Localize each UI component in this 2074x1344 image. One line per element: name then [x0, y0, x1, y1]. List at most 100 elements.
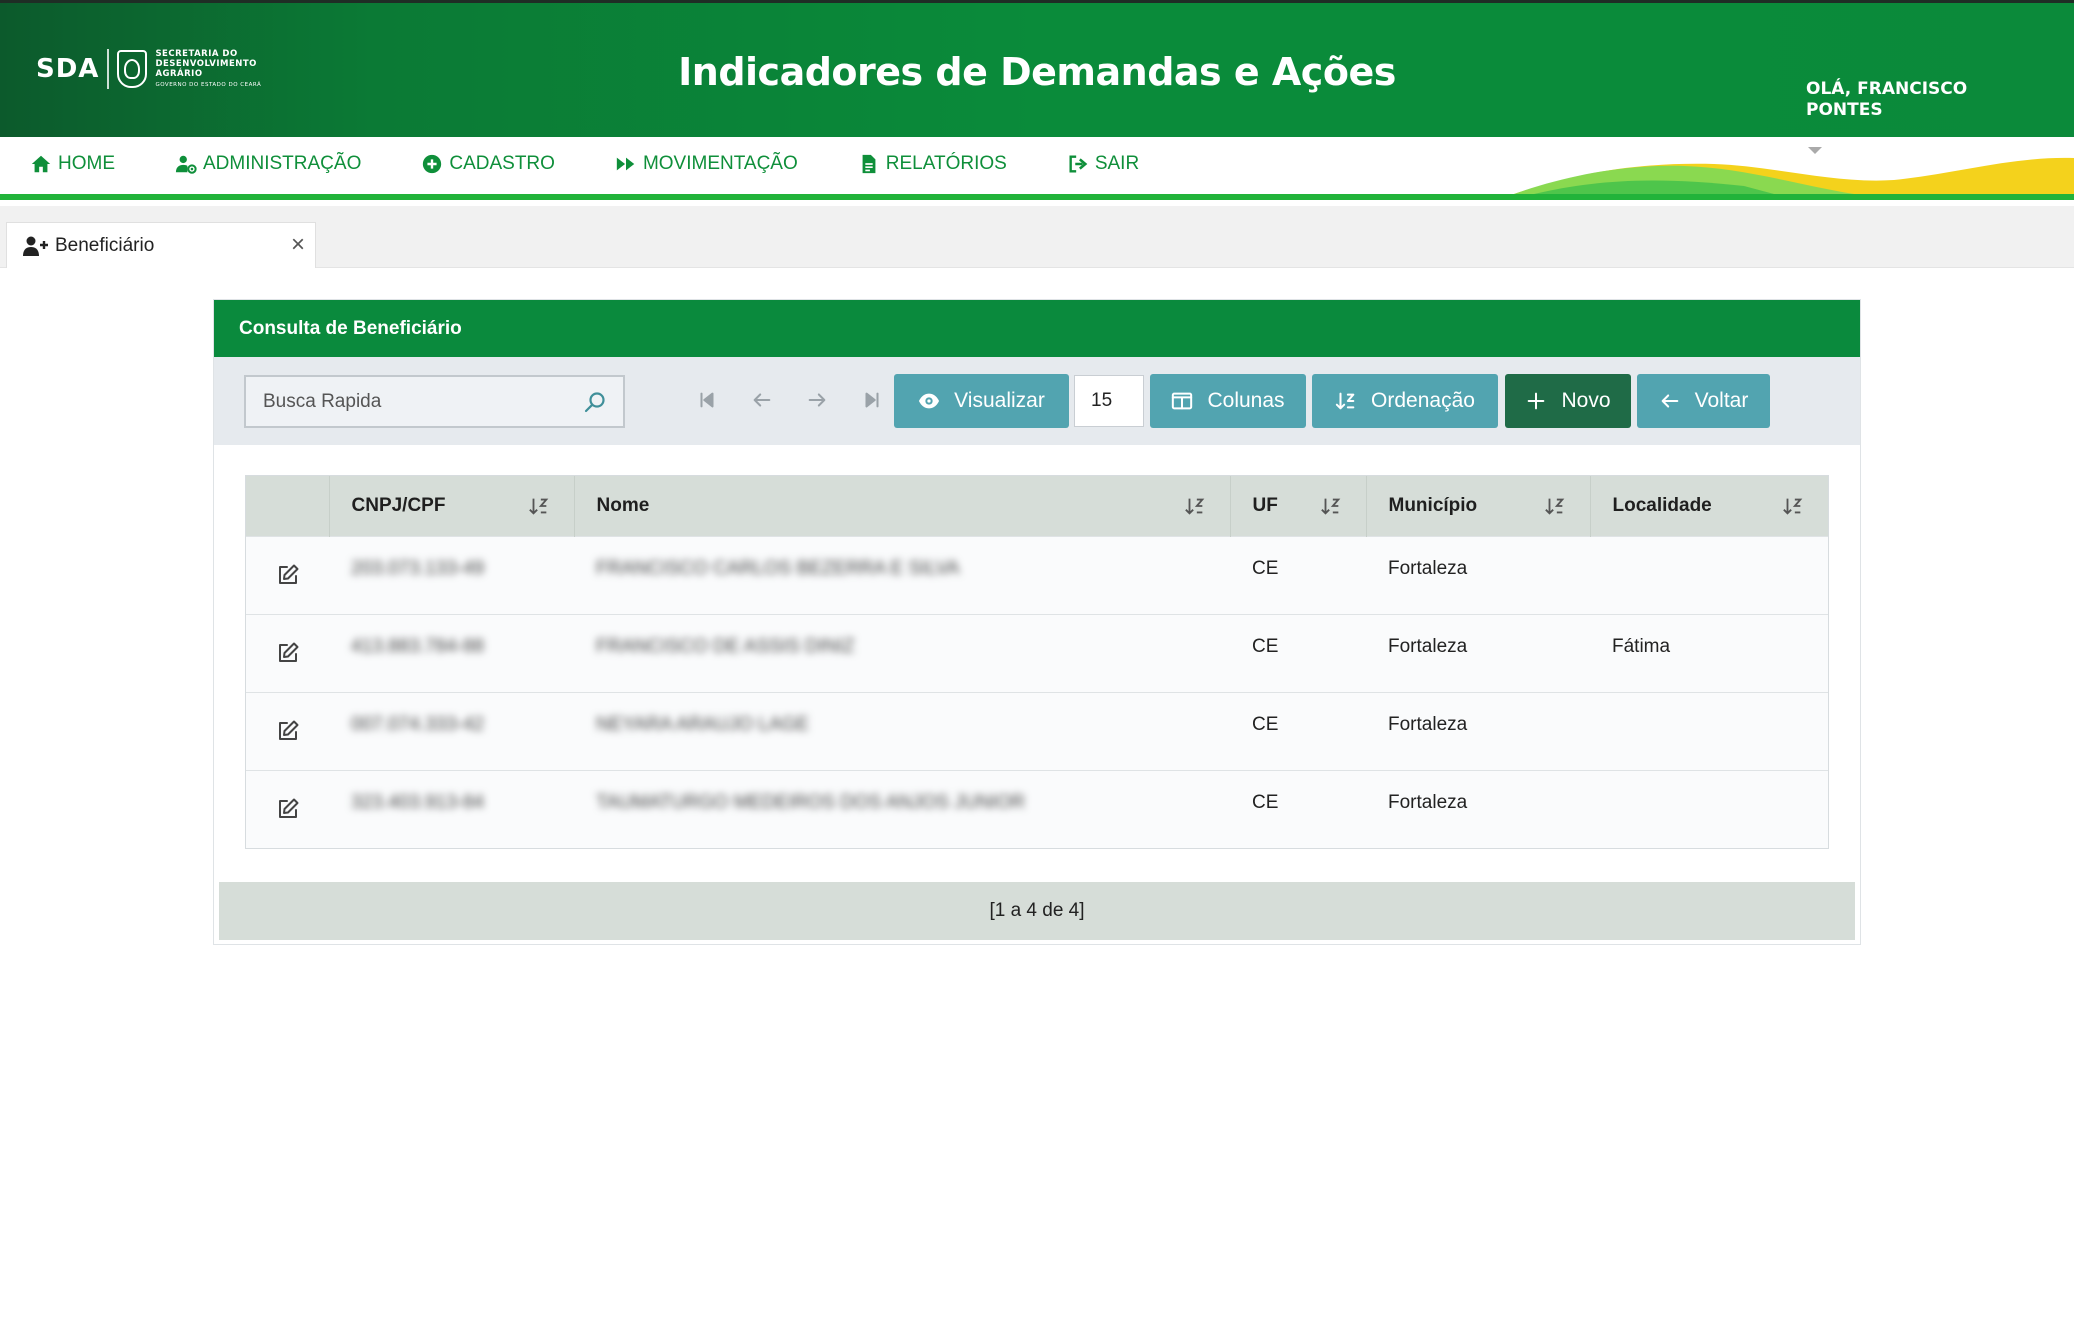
- nav-movimentacao[interactable]: MOVIMENTAÇÃO: [615, 153, 798, 175]
- col-actions: [246, 476, 330, 536]
- cell-localidade: [1590, 769, 1828, 848]
- ordenacao-button[interactable]: Ordenação: [1312, 374, 1498, 428]
- cell-municipio: Fortaleza: [1366, 535, 1590, 614]
- nav-relatorios[interactable]: RELATÓRIOS: [858, 153, 1007, 175]
- nav-cadastro[interactable]: CADASTRO: [421, 153, 555, 175]
- tab-beneficiario[interactable]: Beneficiário ×: [6, 222, 316, 268]
- prev-page-button[interactable]: [747, 385, 777, 415]
- table-header-row: CNPJ/CPF Nome UF Município Localidade: [246, 476, 1828, 536]
- search-icon[interactable]: [583, 390, 607, 414]
- col-uf-label: UF: [1252, 494, 1278, 516]
- edit-cell[interactable]: [246, 535, 329, 614]
- search-input[interactable]: [263, 390, 573, 413]
- nav-relatorios-label: RELATÓRIOS: [885, 153, 1007, 174]
- col-nome-label: Nome: [596, 494, 650, 516]
- sort-icon[interactable]: [528, 495, 550, 517]
- beneficiario-table: CNPJ/CPF Nome UF Município Localidade 20…: [245, 475, 1829, 849]
- nav-movimentacao-label: MOVIMENTAÇÃO: [642, 153, 798, 174]
- col-localidade-label: Localidade: [1612, 494, 1712, 516]
- plus-circle-icon: [423, 154, 442, 174]
- eye-icon: [919, 393, 940, 409]
- cell-municipio: Fortaleza: [1366, 691, 1590, 770]
- greeting-line-2: PONTES: [1806, 100, 1883, 120]
- sort-icon[interactable]: [1544, 495, 1566, 517]
- nav-sair-label: SAIR: [1094, 153, 1140, 174]
- search-box: [244, 375, 625, 428]
- col-cnpj-cpf[interactable]: CNPJ/CPF: [329, 476, 575, 536]
- cell-localidade: [1590, 535, 1828, 614]
- arrow-left-icon: [1661, 394, 1678, 408]
- panel-title: Consulta de Beneficiário: [214, 300, 1860, 357]
- decorative-hills: [1514, 157, 2074, 194]
- col-municipio[interactable]: Município: [1366, 476, 1591, 536]
- fast-forward-icon: [616, 157, 635, 171]
- nav-home-label: HOME: [58, 153, 115, 174]
- nav-items: HOME ADMINISTRAÇÃO CADASTRO MOVIMENTAÇÃO…: [30, 153, 1199, 175]
- cell-cpf: 413.883.784-88: [329, 613, 574, 692]
- edit-icon[interactable]: [276, 641, 300, 665]
- greeting-line-1: OLÁ, FRANCISCO: [1806, 79, 1968, 99]
- page-size-input[interactable]: [1074, 375, 1144, 427]
- table-row[interactable]: 413.883.784-88 FRANCISCO DE ASSIS DINIZ …: [246, 613, 1828, 692]
- app-header: SDA SECRETARIA DO DESENVOLVIMENTO AGRÁRI…: [0, 0, 2074, 137]
- cell-uf: CE: [1230, 535, 1366, 614]
- cell-uf: CE: [1230, 769, 1366, 848]
- ordenacao-label: Ordenação: [1371, 389, 1475, 412]
- edit-icon[interactable]: [276, 563, 300, 587]
- sort-icon[interactable]: [1782, 495, 1804, 517]
- colunas-label: Colunas: [1207, 389, 1285, 412]
- tab-bar: Beneficiário ×: [0, 206, 2074, 268]
- cell-cpf: 323.403.913-84: [329, 769, 574, 848]
- edit-icon[interactable]: [276, 797, 300, 821]
- cell-nome: FRANCISCO CARLOS BEZERRA E SILVA: [574, 535, 1230, 614]
- tab-close-icon[interactable]: ×: [291, 231, 305, 259]
- novo-label: Novo: [1561, 389, 1611, 412]
- arrow-right-icon: [808, 393, 826, 407]
- main-nav: HOME ADMINISTRAÇÃO CADASTRO MOVIMENTAÇÃO…: [0, 137, 2074, 200]
- cell-uf: CE: [1230, 691, 1366, 770]
- edit-cell[interactable]: [246, 769, 329, 848]
- table-row[interactable]: 203.073.133-49 FRANCISCO CARLOS BEZERRA …: [246, 535, 1828, 614]
- nav-home[interactable]: HOME: [30, 153, 115, 175]
- next-page-button[interactable]: [802, 385, 832, 415]
- nav-administracao[interactable]: ADMINISTRAÇÃO: [175, 153, 361, 175]
- nav-administracao-label: ADMINISTRAÇÃO: [203, 153, 362, 174]
- sort-icon[interactable]: [1184, 495, 1206, 517]
- cell-municipio: Fortaleza: [1366, 613, 1590, 692]
- last-page-button[interactable]: [857, 385, 887, 415]
- user-gear-icon: [175, 155, 197, 174]
- voltar-button[interactable]: Voltar: [1637, 374, 1770, 428]
- edit-cell[interactable]: [246, 691, 329, 770]
- cell-cpf: 203.073.133-49: [329, 535, 574, 614]
- toolbar: Visualizar Colunas Ordenação Novo Voltar: [214, 357, 1860, 445]
- home-icon: [31, 155, 51, 173]
- cell-localidade: [1590, 691, 1828, 770]
- col-cnpj-cpf-label: CNPJ/CPF: [351, 494, 446, 516]
- cell-nome: NEYARA ARAUJO LAGE: [574, 691, 1230, 770]
- nav-sair[interactable]: SAIR: [1067, 153, 1139, 175]
- nav-cadastro-label: CADASTRO: [449, 153, 555, 174]
- colunas-button[interactable]: Colunas: [1150, 374, 1306, 428]
- user-greeting[interactable]: OLÁ, FRANCISCO PONTES: [1806, 79, 2006, 121]
- sign-out-icon: [1069, 155, 1088, 173]
- voltar-label: Voltar: [1694, 389, 1749, 412]
- col-uf[interactable]: UF: [1230, 476, 1367, 536]
- table-row[interactable]: 007.074.333-42 NEYARA ARAUJO LAGE CE For…: [246, 691, 1828, 770]
- cell-nome: TAUMATURGO MEDEIROS DOS ANJOS JUNIOR: [574, 769, 1230, 848]
- user-dropdown-caret-icon[interactable]: [1808, 147, 1822, 154]
- user-plus-icon: [23, 236, 48, 256]
- cell-cpf: 007.074.333-42: [329, 691, 574, 770]
- table-row[interactable]: 323.403.913-84 TAUMATURGO MEDEIROS DOS A…: [246, 769, 1828, 848]
- col-municipio-label: Município: [1388, 494, 1478, 516]
- consulta-panel: Consulta de Beneficiário Visualizar Colu…: [213, 299, 1861, 945]
- visualizar-button[interactable]: Visualizar: [894, 374, 1069, 428]
- edit-cell[interactable]: [246, 613, 329, 692]
- arrow-left-icon: [753, 393, 771, 407]
- edit-icon[interactable]: [276, 719, 300, 743]
- sort-icon[interactable]: [1320, 495, 1342, 517]
- pagination-summary: [1 a 4 de 4]: [219, 882, 1855, 940]
- col-nome[interactable]: Nome: [574, 476, 1231, 536]
- novo-button[interactable]: Novo: [1505, 374, 1631, 428]
- first-page-button[interactable]: [692, 385, 722, 415]
- col-localidade[interactable]: Localidade: [1590, 476, 1828, 536]
